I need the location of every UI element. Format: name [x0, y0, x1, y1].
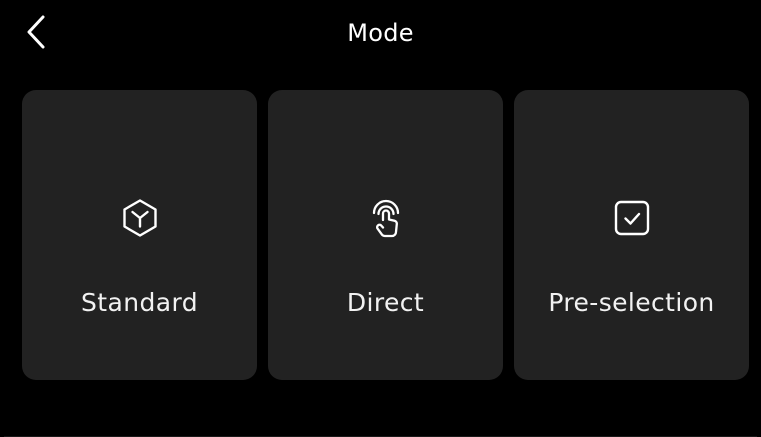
mode-label-standard: Standard — [81, 288, 198, 317]
checkbox-icon — [610, 196, 654, 240]
mode-screen: Mode Standard Direct Pre-selection — [0, 0, 761, 437]
mode-card-pre-selection[interactable]: Pre-selection — [514, 90, 749, 380]
mode-card-direct[interactable]: Direct — [268, 90, 503, 380]
mode-options: Standard Direct Pre-selection — [22, 90, 749, 380]
mode-label-pre-selection: Pre-selection — [548, 288, 715, 317]
touch-tap-icon — [364, 196, 408, 240]
cube-icon — [118, 196, 162, 240]
page-title: Mode — [347, 19, 414, 47]
mode-label-direct: Direct — [346, 288, 425, 317]
mode-card-standard[interactable]: Standard — [22, 90, 257, 380]
